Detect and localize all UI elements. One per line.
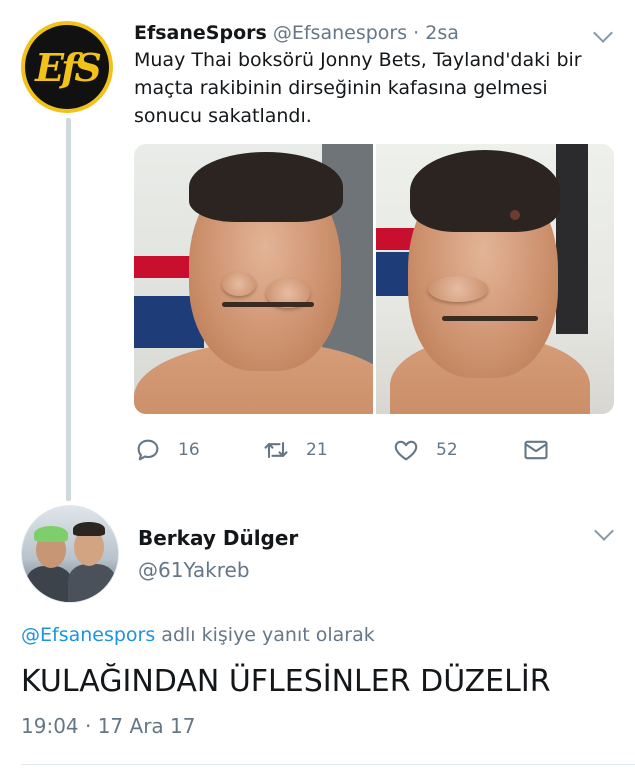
avatar-efsanespors[interactable]: EfS <box>21 21 113 113</box>
reply-icon <box>137 439 159 461</box>
chevron-down-icon[interactable] <box>593 23 613 43</box>
display-name[interactable]: Berkay Dülger <box>138 526 298 550</box>
reply-mention-link[interactable]: @Efsanespors <box>21 624 155 646</box>
media-photo-2[interactable] <box>375 144 614 414</box>
retweet-count: 21 <box>306 440 328 460</box>
retweet-button[interactable]: 21 <box>262 432 328 468</box>
heart-icon <box>394 440 418 461</box>
thread-connector-line <box>66 118 71 501</box>
tweet-header: EfsaneSpors @Efsanespors · 2sa <box>134 20 459 46</box>
tweet-time[interactable]: 2sa <box>425 22 459 44</box>
like-count: 52 <box>436 440 458 460</box>
reply-count: 16 <box>178 440 200 460</box>
divider <box>21 764 635 765</box>
media-photo-1[interactable] <box>134 144 373 414</box>
tweet-text: KULAĞINDAN ÜFLESİNLER DÜZELİR <box>21 664 551 699</box>
user-handle[interactable]: @Efsanespors <box>273 22 407 44</box>
tweet-text: Muay Thai boksörü Jonny Bets, Tayland'da… <box>134 49 582 127</box>
separator-dot: · <box>413 22 420 44</box>
direct-message-button[interactable] <box>522 432 550 468</box>
retweet-icon <box>264 441 288 459</box>
like-button[interactable]: 52 <box>392 432 458 468</box>
user-handle[interactable]: @61Yakreb <box>138 558 250 582</box>
avatar-berkay-dulger[interactable] <box>21 505 119 603</box>
envelope-icon <box>524 440 548 460</box>
replying-to: @Efsanespors adlı kişiye yanıt olarak <box>21 624 375 646</box>
chevron-down-icon[interactable] <box>594 521 614 541</box>
tweet-actions: 16 21 52 <box>134 432 554 468</box>
avatar-logo-text: EfS <box>35 44 102 90</box>
reply-button[interactable]: 16 <box>134 432 200 468</box>
tweet-media[interactable] <box>134 144 614 414</box>
reply-to-label: adlı kişiye yanıt olarak <box>155 624 375 646</box>
display-name[interactable]: EfsaneSpors <box>134 22 267 44</box>
tweet-timestamp[interactable]: 19:04 · 17 Ara 17 <box>21 714 195 738</box>
